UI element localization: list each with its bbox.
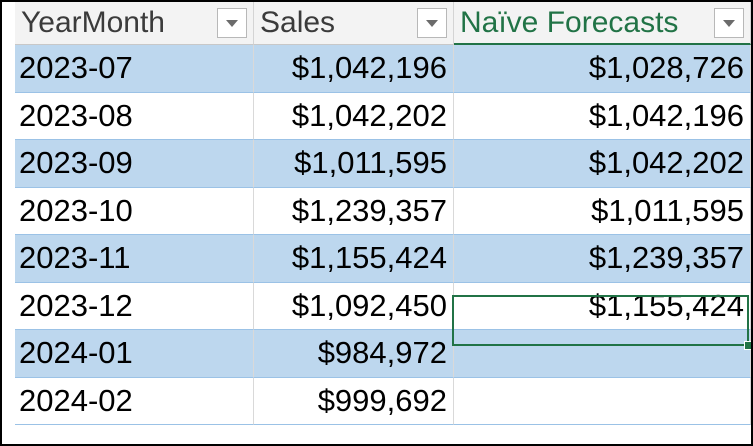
cell-yearmonth[interactable]: 2023-07 bbox=[15, 45, 254, 93]
spreadsheet-table-frame: YearMonth Sales Naïve Forecasts 2023-07 … bbox=[0, 0, 753, 446]
cell-sales[interactable]: $1,092,450 bbox=[254, 282, 454, 330]
cell-naive-forecast-selected[interactable]: $1,155,424 bbox=[454, 282, 751, 330]
column-header-label: YearMonth bbox=[21, 6, 165, 39]
cell-sales[interactable]: $984,972 bbox=[254, 330, 454, 378]
fill-handle[interactable] bbox=[744, 341, 751, 350]
cell-yearmonth[interactable]: 2024-02 bbox=[15, 377, 254, 425]
cell-naive-forecast[interactable] bbox=[454, 330, 751, 378]
filter-dropdown-button[interactable] bbox=[714, 8, 744, 38]
cell-sales[interactable]: $1,042,202 bbox=[254, 92, 454, 140]
cell-sales[interactable]: $1,239,357 bbox=[254, 187, 454, 235]
cell-sales[interactable]: $1,042,196 bbox=[254, 45, 454, 93]
cell-naive-forecast[interactable]: $1,239,357 bbox=[454, 235, 751, 283]
cell-sales[interactable]: $1,011,595 bbox=[254, 140, 454, 188]
column-header-yearmonth[interactable]: YearMonth bbox=[15, 2, 254, 45]
chevron-down-icon bbox=[723, 19, 735, 27]
cell-naive-forecast[interactable] bbox=[454, 377, 751, 425]
left-gutter bbox=[2, 45, 15, 444]
cell-naive-forecast[interactable]: $1,011,595 bbox=[454, 187, 751, 235]
column-header-label: Sales bbox=[260, 6, 336, 39]
cell-yearmonth[interactable]: 2023-09 bbox=[15, 140, 254, 188]
cell-sales[interactable]: $999,692 bbox=[254, 377, 454, 425]
column-header-naive-forecasts[interactable]: Naïve Forecasts bbox=[454, 2, 751, 45]
cell-yearmonth[interactable]: 2023-10 bbox=[15, 187, 254, 235]
cell-yearmonth[interactable]: 2023-11 bbox=[15, 235, 254, 283]
filter-dropdown-button[interactable] bbox=[217, 8, 247, 38]
cell-yearmonth[interactable]: 2023-12 bbox=[15, 282, 254, 330]
cell-naive-forecast[interactable]: $1,028,726 bbox=[454, 45, 751, 93]
column-header-label: Naïve Forecasts bbox=[460, 5, 679, 39]
chevron-down-icon bbox=[226, 19, 238, 27]
excel-table: YearMonth Sales Naïve Forecasts 2023-07 … bbox=[15, 2, 751, 425]
cell-naive-forecast[interactable]: $1,042,196 bbox=[454, 92, 751, 140]
cell-yearmonth[interactable]: 2024-01 bbox=[15, 330, 254, 378]
column-header-sales[interactable]: Sales bbox=[254, 2, 454, 45]
cell-sales[interactable]: $1,155,424 bbox=[254, 235, 454, 283]
cell-naive-forecast[interactable]: $1,042,202 bbox=[454, 140, 751, 188]
chevron-down-icon bbox=[426, 19, 438, 27]
filter-dropdown-button[interactable] bbox=[417, 8, 447, 38]
cell-yearmonth[interactable]: 2023-08 bbox=[15, 92, 254, 140]
